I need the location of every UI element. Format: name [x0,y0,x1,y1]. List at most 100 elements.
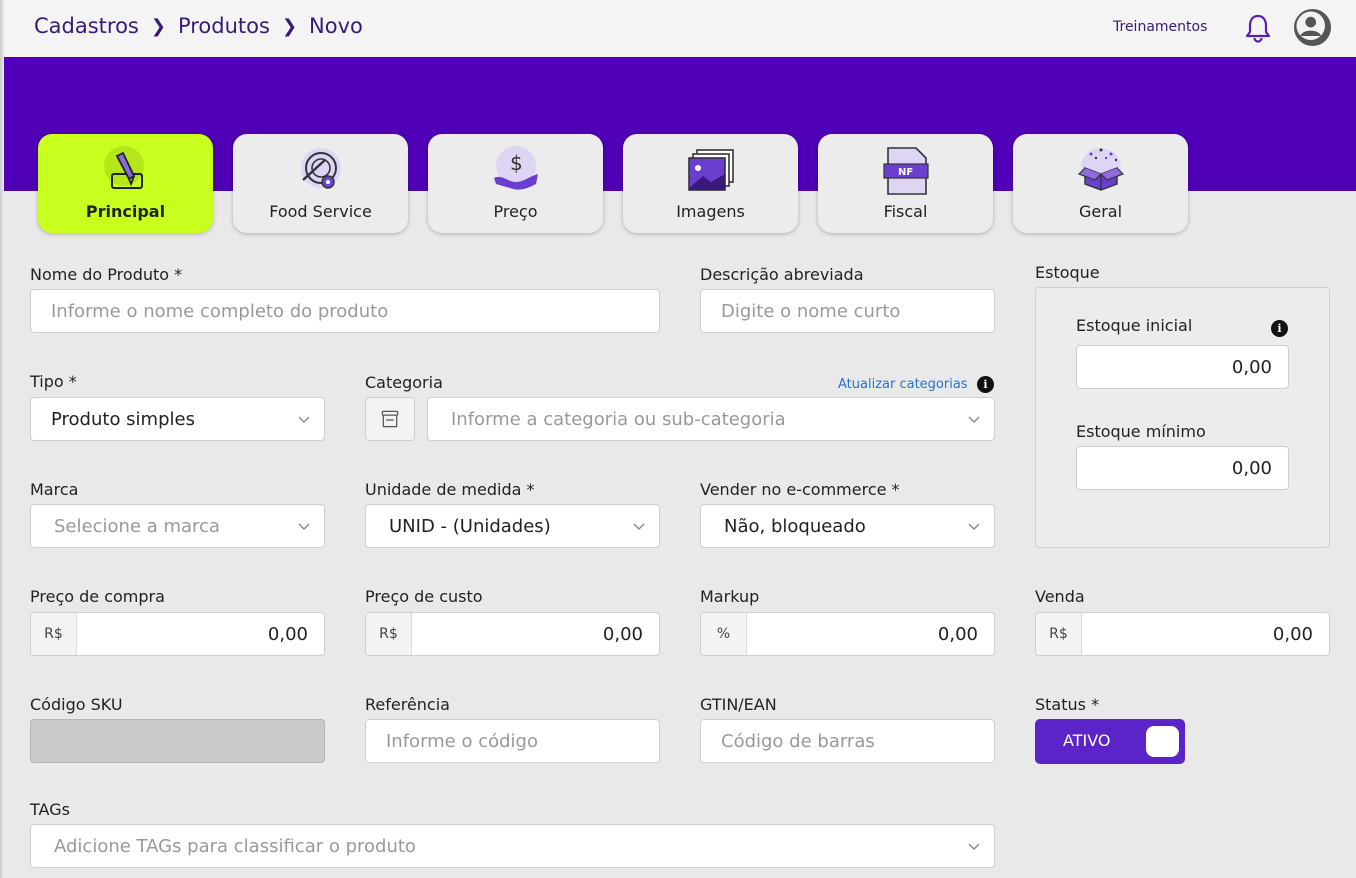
unit-value: UNID - (Unidades) [389,515,551,537]
tab-imagens-label: Imagens [676,202,745,221]
breadcrumb-produtos[interactable]: Produtos [178,14,270,38]
type-select[interactable]: Produto simples [30,397,325,441]
chevron-down-icon [633,523,645,530]
short-desc-label: Descrição abreviada [700,265,864,284]
status-label: Status * [1035,695,1100,714]
user-avatar-icon[interactable] [1294,9,1331,46]
ecommerce-label: Vender no e-commerce * [700,480,900,499]
ecommerce-value: Não, bloqueado [724,515,866,537]
currency-prefix: R$ [1036,613,1082,655]
tab-preco-label: Preço [493,202,538,221]
category-select[interactable]: Informe a categoria ou sub-categoria [427,397,995,441]
unit-label: Unidade de medida * [365,480,535,499]
markup-value: 0,00 [937,623,978,645]
product-name-placeholder: Informe o nome completo do produto [51,300,389,322]
chevron-right-icon: ❯ [281,15,298,37]
chevron-down-icon [968,523,980,530]
brand-label: Marca [30,480,79,499]
chevron-down-icon [968,843,980,850]
info-icon[interactable]: i [1271,320,1288,337]
left-edge-shadow [0,0,4,878]
invoice-icon: NF [883,147,929,195]
ecommerce-select[interactable]: Não, bloqueado [700,504,995,548]
top-bar: Cadastros ❯ Produtos ❯ Novo Treinamentos [0,0,1356,57]
cost-price-label: Preço de custo [365,587,483,606]
category-label: Categoria [365,373,443,392]
layers-icon [381,410,399,428]
tab-preco[interactable]: $ Preço [428,134,603,233]
tab-imagens[interactable]: Imagens [623,134,798,233]
category-tree-button[interactable] [365,397,415,441]
purchase-price-label: Preço de compra [30,587,165,606]
tab-geral-label: Geral [1078,202,1123,221]
tab-geral[interactable]: Geral [1013,134,1188,233]
sku-label: Código SKU [30,695,123,714]
reference-label: Referência [365,695,450,714]
tab-fiscal-label: Fiscal [883,202,928,221]
tab-principal-label: Principal [85,202,166,221]
tab-food-service[interactable]: Food Service [233,134,408,233]
pencil-icon [104,146,144,189]
category-placeholder: Informe a categoria ou sub-categoria [451,408,786,430]
breadcrumb: Cadastros ❯ Produtos ❯ Novo [34,14,363,38]
toggle-knob [1146,726,1179,757]
currency-prefix: R$ [366,613,412,655]
svg-text:NF: NF [898,167,913,178]
stock-initial-label: Estoque inicial [1076,316,1193,335]
gtin-input[interactable]: Código de barras [700,719,995,763]
type-label: Tipo * [30,372,77,391]
brand-placeholder: Selecione a marca [54,515,220,537]
reference-placeholder: Informe o código [386,730,538,752]
bell-icon[interactable] [1244,13,1272,43]
purchase-price-value: 0,00 [267,623,308,645]
chevron-right-icon: ❯ [150,15,166,37]
update-categories-link[interactable]: Atualizar categorias [838,377,968,392]
stock-title: Estoque [1035,263,1100,282]
markup-label: Markup [700,587,760,606]
breadcrumb-cadastros[interactable]: Cadastros [34,14,139,38]
breadcrumb-novo: Novo [309,14,363,38]
product-name-label: Nome do Produto * [30,265,183,284]
tab-fiscal[interactable]: NF Fiscal [818,134,993,233]
markup-input[interactable]: % 0,00 [700,612,995,656]
tags-label: TAGs [30,800,70,819]
unit-select[interactable]: UNID - (Unidades) [365,504,660,548]
stock-initial-input[interactable]: 0,00 [1076,345,1289,389]
type-value: Produto simples [51,408,195,430]
tags-select[interactable]: Adicione TAGs para classificar o produto [30,824,995,868]
percent-prefix: % [701,613,747,655]
stock-minimum-input[interactable]: 0,00 [1076,446,1289,490]
sale-label: Venda [1035,587,1085,606]
stock-minimum-label: Estoque mínimo [1076,422,1206,441]
plate-gear-icon [301,148,341,189]
svg-text:$: $ [510,151,523,175]
status-toggle-text: ATIVO [1063,731,1111,750]
gtin-label: GTIN/EAN [700,695,777,714]
sale-input[interactable]: R$ 0,00 [1035,612,1330,656]
gtin-placeholder: Código de barras [721,730,875,752]
short-desc-input[interactable]: Digite o nome curto [700,289,995,333]
info-icon[interactable]: i [977,376,994,393]
money-hand-icon: $ [494,146,538,190]
chevron-down-icon [968,416,980,423]
sku-input [30,719,325,763]
currency-prefix: R$ [31,613,77,655]
product-name-input[interactable]: Informe o nome completo do produto [30,289,660,333]
trainings-link[interactable]: Treinamentos [1113,19,1207,35]
reference-input[interactable]: Informe o código [365,719,660,763]
sale-value: 0,00 [1272,623,1313,645]
chevron-down-icon [298,523,310,530]
tags-placeholder: Adicione TAGs para classificar o produto [54,835,416,857]
purchase-price-input[interactable]: R$ 0,00 [30,612,325,656]
stock-minimum-value: 0,00 [1231,457,1272,479]
brand-select[interactable]: Selecione a marca [30,504,325,548]
cost-price-value: 0,00 [602,623,643,645]
short-desc-placeholder: Digite o nome curto [721,300,901,322]
box-icon [1077,148,1125,191]
tab-principal[interactable]: Principal [38,134,213,233]
status-toggle[interactable]: ATIVO [1035,719,1185,764]
tab-food-service-label: Food Service [269,202,372,221]
stock-initial-value: 0,00 [1231,356,1272,378]
chevron-down-icon [298,416,310,423]
cost-price-input[interactable]: R$ 0,00 [365,612,660,656]
